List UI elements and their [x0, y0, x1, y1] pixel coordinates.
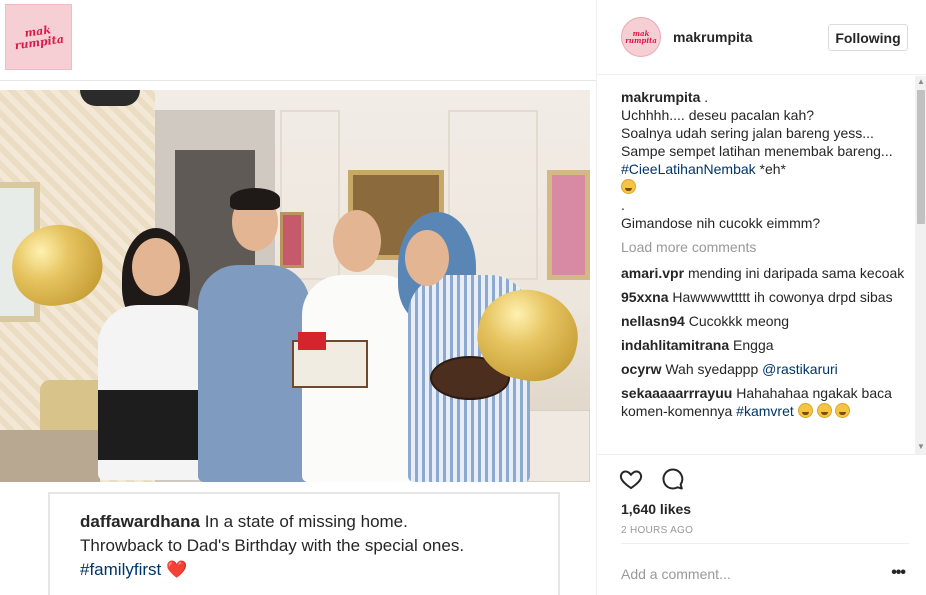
post-image: mak rumpita daffawardhana In a state of …: [0, 0, 596, 595]
scrollbar-thumb[interactable]: [917, 90, 925, 224]
face: [333, 210, 381, 272]
ellipsis-icon[interactable]: •••: [891, 564, 906, 582]
comment-item: indahlitamitrana Engga: [621, 336, 911, 354]
caption-line: Sampe sempet latihan menembak bareng...: [621, 143, 893, 159]
hair: [230, 188, 280, 210]
caption-hashtag: #familyfirst: [80, 560, 162, 579]
likes-count[interactable]: 1,640 likes: [621, 501, 691, 517]
hashtag-link[interactable]: #kamvret: [736, 403, 794, 419]
comment-text: Engga: [733, 337, 774, 353]
brand-logo: mak rumpita: [5, 4, 72, 70]
divider: [0, 80, 596, 81]
caption-username-link[interactable]: makrumpita: [621, 89, 700, 105]
comment-text: mending ini daripada sama kecoak: [687, 265, 905, 281]
hashtag-link[interactable]: #CieeLatihanNembak: [621, 161, 756, 177]
add-comment-input[interactable]: [621, 564, 871, 584]
post-caption: makrumpita . Uchhhh.... deseu pacalan ka…: [621, 88, 911, 232]
post-header: mak rumpita makrumpita Following: [597, 0, 926, 75]
cabinet: [528, 410, 590, 482]
comment-item: amari.vpr mending ini daripada sama keco…: [621, 264, 911, 282]
scroll-up-arrow-icon[interactable]: ▲: [915, 76, 926, 88]
avatar[interactable]: mak rumpita: [621, 17, 661, 57]
instagram-post-page: mak rumpita daffawardhana In a state of …: [0, 0, 926, 595]
comment-username-link[interactable]: nellasn94: [621, 313, 685, 329]
heart-outline-svg: [619, 470, 643, 490]
painting: [280, 212, 304, 268]
post-timestamp[interactable]: 2 HOURS AGO: [621, 525, 693, 536]
heart-emoji-icon: ❤️: [165, 560, 188, 579]
load-more-comments-link[interactable]: Load more comments: [621, 238, 911, 256]
add-comment-section: •••: [621, 543, 909, 595]
comment-text: Wah syedappp: [665, 361, 763, 377]
comments-list[interactable]: makrumpita . Uchhhh.... deseu pacalan ka…: [621, 88, 911, 453]
speech-bubble-icon[interactable]: [661, 467, 685, 491]
cake-candle: [298, 332, 326, 350]
caption-text: *eh*: [755, 161, 786, 177]
comment-username-link[interactable]: indahlitamitrana: [621, 337, 729, 353]
comment-item: nellasn94 Cucokkk meong: [621, 312, 911, 330]
laughing-emoji-icon: [816, 403, 832, 418]
face: [132, 238, 180, 296]
avatar-text: mak rumpita: [625, 29, 657, 45]
heart-outline-icon[interactable]: [619, 467, 643, 491]
header-username-link[interactable]: makrumpita: [673, 29, 752, 45]
comment-username-link[interactable]: sekaaaaarrrayuu: [621, 385, 732, 401]
comment-username-link[interactable]: 95xxna: [621, 289, 668, 305]
comment-text: Cucokkk meong: [688, 313, 790, 329]
scroll-down-arrow-icon[interactable]: ▼: [915, 441, 926, 453]
side-table: [0, 430, 100, 482]
comment-username-link[interactable]: ocyrw: [621, 361, 661, 377]
post-sidebar: mak rumpita makrumpita Following makrump…: [596, 0, 926, 595]
caption-line: Soalnya udah sering jalan bareng yess...: [621, 125, 874, 141]
caption-line: Gimandose nih cucokk eimmm?: [621, 215, 821, 231]
post-actions: 1,640 likes 2 HOURS AGO •••: [597, 454, 926, 594]
chandelier: [80, 90, 140, 106]
comment-text: Hawwwwttttt ih cowonya drpd sibas: [672, 289, 893, 305]
caption-line: #familyfirst ❤️: [80, 558, 558, 582]
speech-bubble-svg: [662, 468, 684, 490]
mention-link[interactable]: @rastikaruri: [762, 361, 838, 377]
painting: [547, 170, 590, 280]
comment-item: 95xxna Hawwwwttttt ih cowonya drpd sibas: [621, 288, 911, 306]
laughing-emoji-icon: [621, 179, 636, 194]
laughing-emoji-icon: [797, 403, 813, 418]
caption-suffix: .: [700, 89, 709, 105]
caption-username: daffawardhana: [80, 512, 200, 531]
caption-text: Throwback to Dad's Birthday with the spe…: [80, 536, 465, 555]
logo-text: mak rumpita: [13, 23, 65, 53]
caption-line: daffawardhana In a state of missing home…: [80, 510, 558, 534]
comment-item: sekaaaaarrrayuu Hahahahaa ngakak baca ko…: [621, 384, 911, 420]
face: [405, 230, 449, 286]
screenshot-caption: daffawardhana In a state of missing home…: [48, 492, 560, 595]
laughing-emoji-icon: [835, 403, 851, 418]
comment-item: ocyrw Wah syedappp @rastikaruri: [621, 360, 911, 378]
following-button[interactable]: Following: [828, 24, 908, 51]
family-photo: [0, 90, 590, 482]
comment-username-link[interactable]: amari.vpr: [621, 265, 684, 281]
caption-dot: .: [621, 197, 625, 213]
caption-line: Uchhhh.... deseu pacalan kah?: [621, 107, 815, 123]
caption-text: In a state of missing home.: [199, 512, 408, 531]
